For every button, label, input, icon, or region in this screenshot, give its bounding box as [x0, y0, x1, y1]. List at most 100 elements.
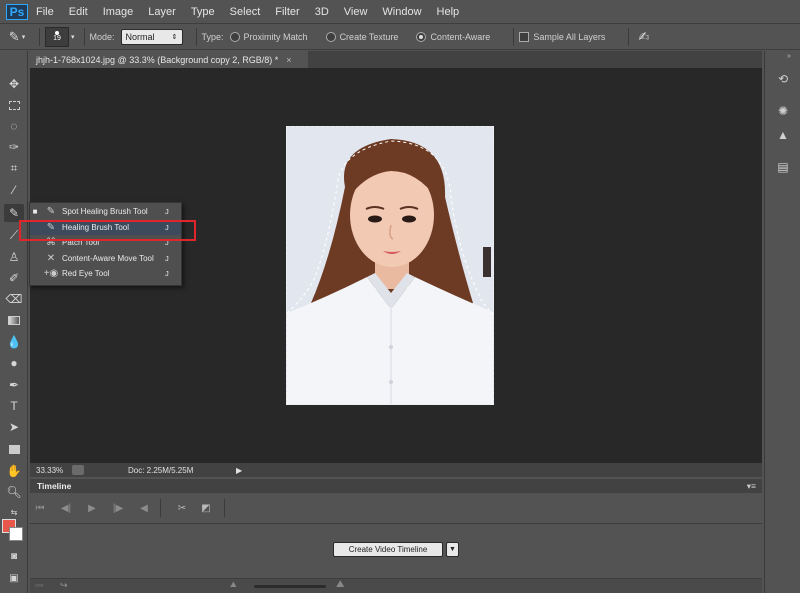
radio-icon [229, 31, 240, 42]
menu-type[interactable]: Type [191, 6, 215, 18]
rectangle-tool-icon[interactable] [4, 440, 24, 458]
clone-stamp-tool-icon[interactable]: ♙ [4, 248, 24, 266]
hand-tool-icon[interactable]: ✋ [4, 462, 24, 480]
type-create-texture[interactable]: Create Texture [325, 31, 405, 42]
pressure-icon[interactable]: ✍ [638, 29, 649, 45]
portrait-photo [287, 127, 493, 404]
divider [195, 27, 197, 46]
divider [160, 499, 161, 517]
blur-tool-icon[interactable]: 💧 [4, 333, 24, 351]
histogram-panel-icon[interactable]: ▲ [774, 127, 792, 143]
convert-icon[interactable]: ↪ [60, 580, 68, 591]
quick-selection-tool-icon[interactable]: ✑ [4, 138, 24, 156]
play-icon[interactable]: ▶ [82, 503, 102, 514]
menu-help[interactable]: Help [437, 6, 460, 18]
current-tool-bullet-icon: ■ [32, 207, 38, 216]
menu-view[interactable]: View [344, 6, 368, 18]
flyout-item-label: Spot Healing Brush Tool [62, 207, 148, 216]
shortcut-key: J [165, 269, 169, 278]
pen-tool-icon[interactable]: ✒ [4, 376, 24, 394]
document-tab[interactable]: jhjh-1-768x1024.jpg @ 33.3% (Background … [30, 51, 308, 68]
chevron-down-icon[interactable]: ▼ [446, 542, 459, 557]
next-frame-icon[interactable]: |▶ [108, 503, 128, 514]
sample-all-layers-checkbox[interactable]: Sample All Layers [519, 31, 611, 42]
crop-tool-icon[interactable]: ⌗ [4, 159, 24, 177]
type-proximity-match[interactable]: Proximity Match [229, 31, 314, 42]
type-option-label: Proximity Match [243, 31, 308, 42]
background-color-swatch[interactable] [9, 527, 23, 541]
screen-mode-icon[interactable]: ▣ [4, 569, 24, 587]
adjustments-panel-icon[interactable]: ✺ [774, 103, 792, 119]
eyedropper-tool-icon[interactable]: ⁄ [4, 181, 24, 199]
collapse-panels-icon[interactable]: » [787, 53, 791, 60]
type-option-label: Create Texture [339, 31, 399, 42]
photoshop-logo: Ps [6, 3, 28, 20]
marquee-tool-icon[interactable] [4, 96, 24, 114]
menu-file[interactable]: File [36, 6, 54, 18]
menu-image[interactable]: Image [103, 6, 134, 18]
timeline-zoom-slider[interactable] [254, 585, 326, 588]
lasso-tool-icon[interactable]: ◌ [4, 117, 24, 135]
create-video-timeline-button[interactable]: Create Video Timeline [333, 542, 443, 557]
spot-healing-brush-icon: ✎ [46, 206, 56, 217]
timeline-title[interactable]: Timeline [37, 481, 71, 491]
eraser-tool-icon[interactable]: ⌫ [4, 290, 24, 308]
tool-preset-picker[interactable]: ✎ ▾ [0, 29, 34, 45]
type-label: Type: [201, 31, 224, 42]
sample-all-layers-label: Sample All Layers [533, 31, 606, 42]
previous-frame-icon[interactable]: ◀| [56, 503, 76, 514]
mode-select[interactable]: Normal ⇕ [120, 28, 183, 45]
frame-mode-icon[interactable]: ▫▫▫ [35, 581, 44, 590]
menu-edit[interactable]: Edit [69, 6, 88, 18]
menu-filter[interactable]: Filter [275, 6, 299, 18]
timeline-footer: ▫▫▫ ↪ ⛰ ⛰ [30, 578, 762, 593]
history-brush-tool-icon[interactable]: ✐ [4, 269, 24, 287]
menu-layer[interactable]: Layer [148, 6, 176, 18]
healing-tools-flyout: ■ ✎ Spot Healing Brush Tool J ✎ Healing … [29, 202, 182, 286]
flyout-item-label: Content-Aware Move Tool [62, 254, 154, 263]
zoom-in-icon[interactable]: ⛰ [336, 579, 344, 590]
divider [83, 27, 85, 46]
audio-icon[interactable]: ◀ [134, 503, 154, 514]
checkbox-icon [519, 31, 530, 42]
quick-mask-icon[interactable]: ◙ [4, 547, 24, 565]
brush-picker[interactable]: 19 [45, 26, 69, 47]
menu-window[interactable]: Window [382, 6, 421, 18]
history-panel-icon[interactable]: ⟲ [774, 71, 792, 87]
options-bar: ✎ ▾ 19 ▾ Mode: Normal ⇕ Type: Proximity Ma… [0, 23, 800, 50]
flyout-item-content-aware-move[interactable]: ✕ Content-Aware Move Tool J [30, 251, 181, 266]
dodge-tool-icon[interactable]: ● [4, 354, 24, 372]
document-image[interactable] [286, 126, 494, 405]
menu-select[interactable]: Select [230, 6, 261, 18]
split-at-playhead-icon[interactable]: ✂ [172, 503, 192, 514]
panel-menu-icon[interactable]: ▾≡ [747, 481, 756, 492]
shortcut-key: J [165, 254, 169, 263]
transition-icon[interactable]: ◩ [196, 503, 216, 514]
type-tool-icon[interactable]: T [4, 397, 24, 415]
chevron-down-icon[interactable]: ▾ [71, 33, 75, 41]
healing-brush-icon: ✎ [8, 28, 20, 44]
zoom-tool-icon[interactable]: 🔍︎ [4, 483, 24, 501]
radio-icon [325, 31, 336, 42]
type-content-aware[interactable]: Content-Aware [416, 31, 496, 42]
document-title: jhjh-1-768x1024.jpg @ 33.3% (Background … [36, 54, 279, 65]
move-tool-icon[interactable]: ✥ [4, 75, 24, 93]
zoom-out-icon[interactable]: ⛰ [230, 580, 237, 590]
properties-panel-icon[interactable]: ▤ [774, 159, 792, 175]
close-icon[interactable]: × [286, 55, 291, 65]
menu-3d[interactable]: 3D [315, 6, 329, 18]
zoom-level[interactable]: 33.33% [36, 466, 72, 475]
timeline-panel-header: Timeline ▾≡ [30, 479, 762, 493]
timeline-controls: ⏮ ◀| ▶ |▶ ◀ ✂ ◩ [30, 493, 762, 523]
content-aware-move-icon: ✕ [46, 253, 56, 264]
first-frame-icon[interactable]: ⏮ [30, 503, 50, 514]
right-panel-dock: » ⟲ ✺ ▲ ▤ [764, 51, 800, 593]
flyout-item-spot-healing-brush[interactable]: ■ ✎ Spot Healing Brush Tool J [30, 204, 181, 219]
status-menu-arrow-icon[interactable]: ▶ [236, 466, 242, 475]
flyout-item-red-eye[interactable]: +◉ Red Eye Tool J [30, 266, 181, 281]
status-info-icon[interactable] [72, 465, 84, 475]
document-size: Doc: 2.25M/5.25M [128, 465, 194, 475]
gradient-tool-icon[interactable] [4, 311, 24, 329]
path-selection-tool-icon[interactable]: ➤ [4, 418, 24, 436]
divider [628, 27, 630, 46]
